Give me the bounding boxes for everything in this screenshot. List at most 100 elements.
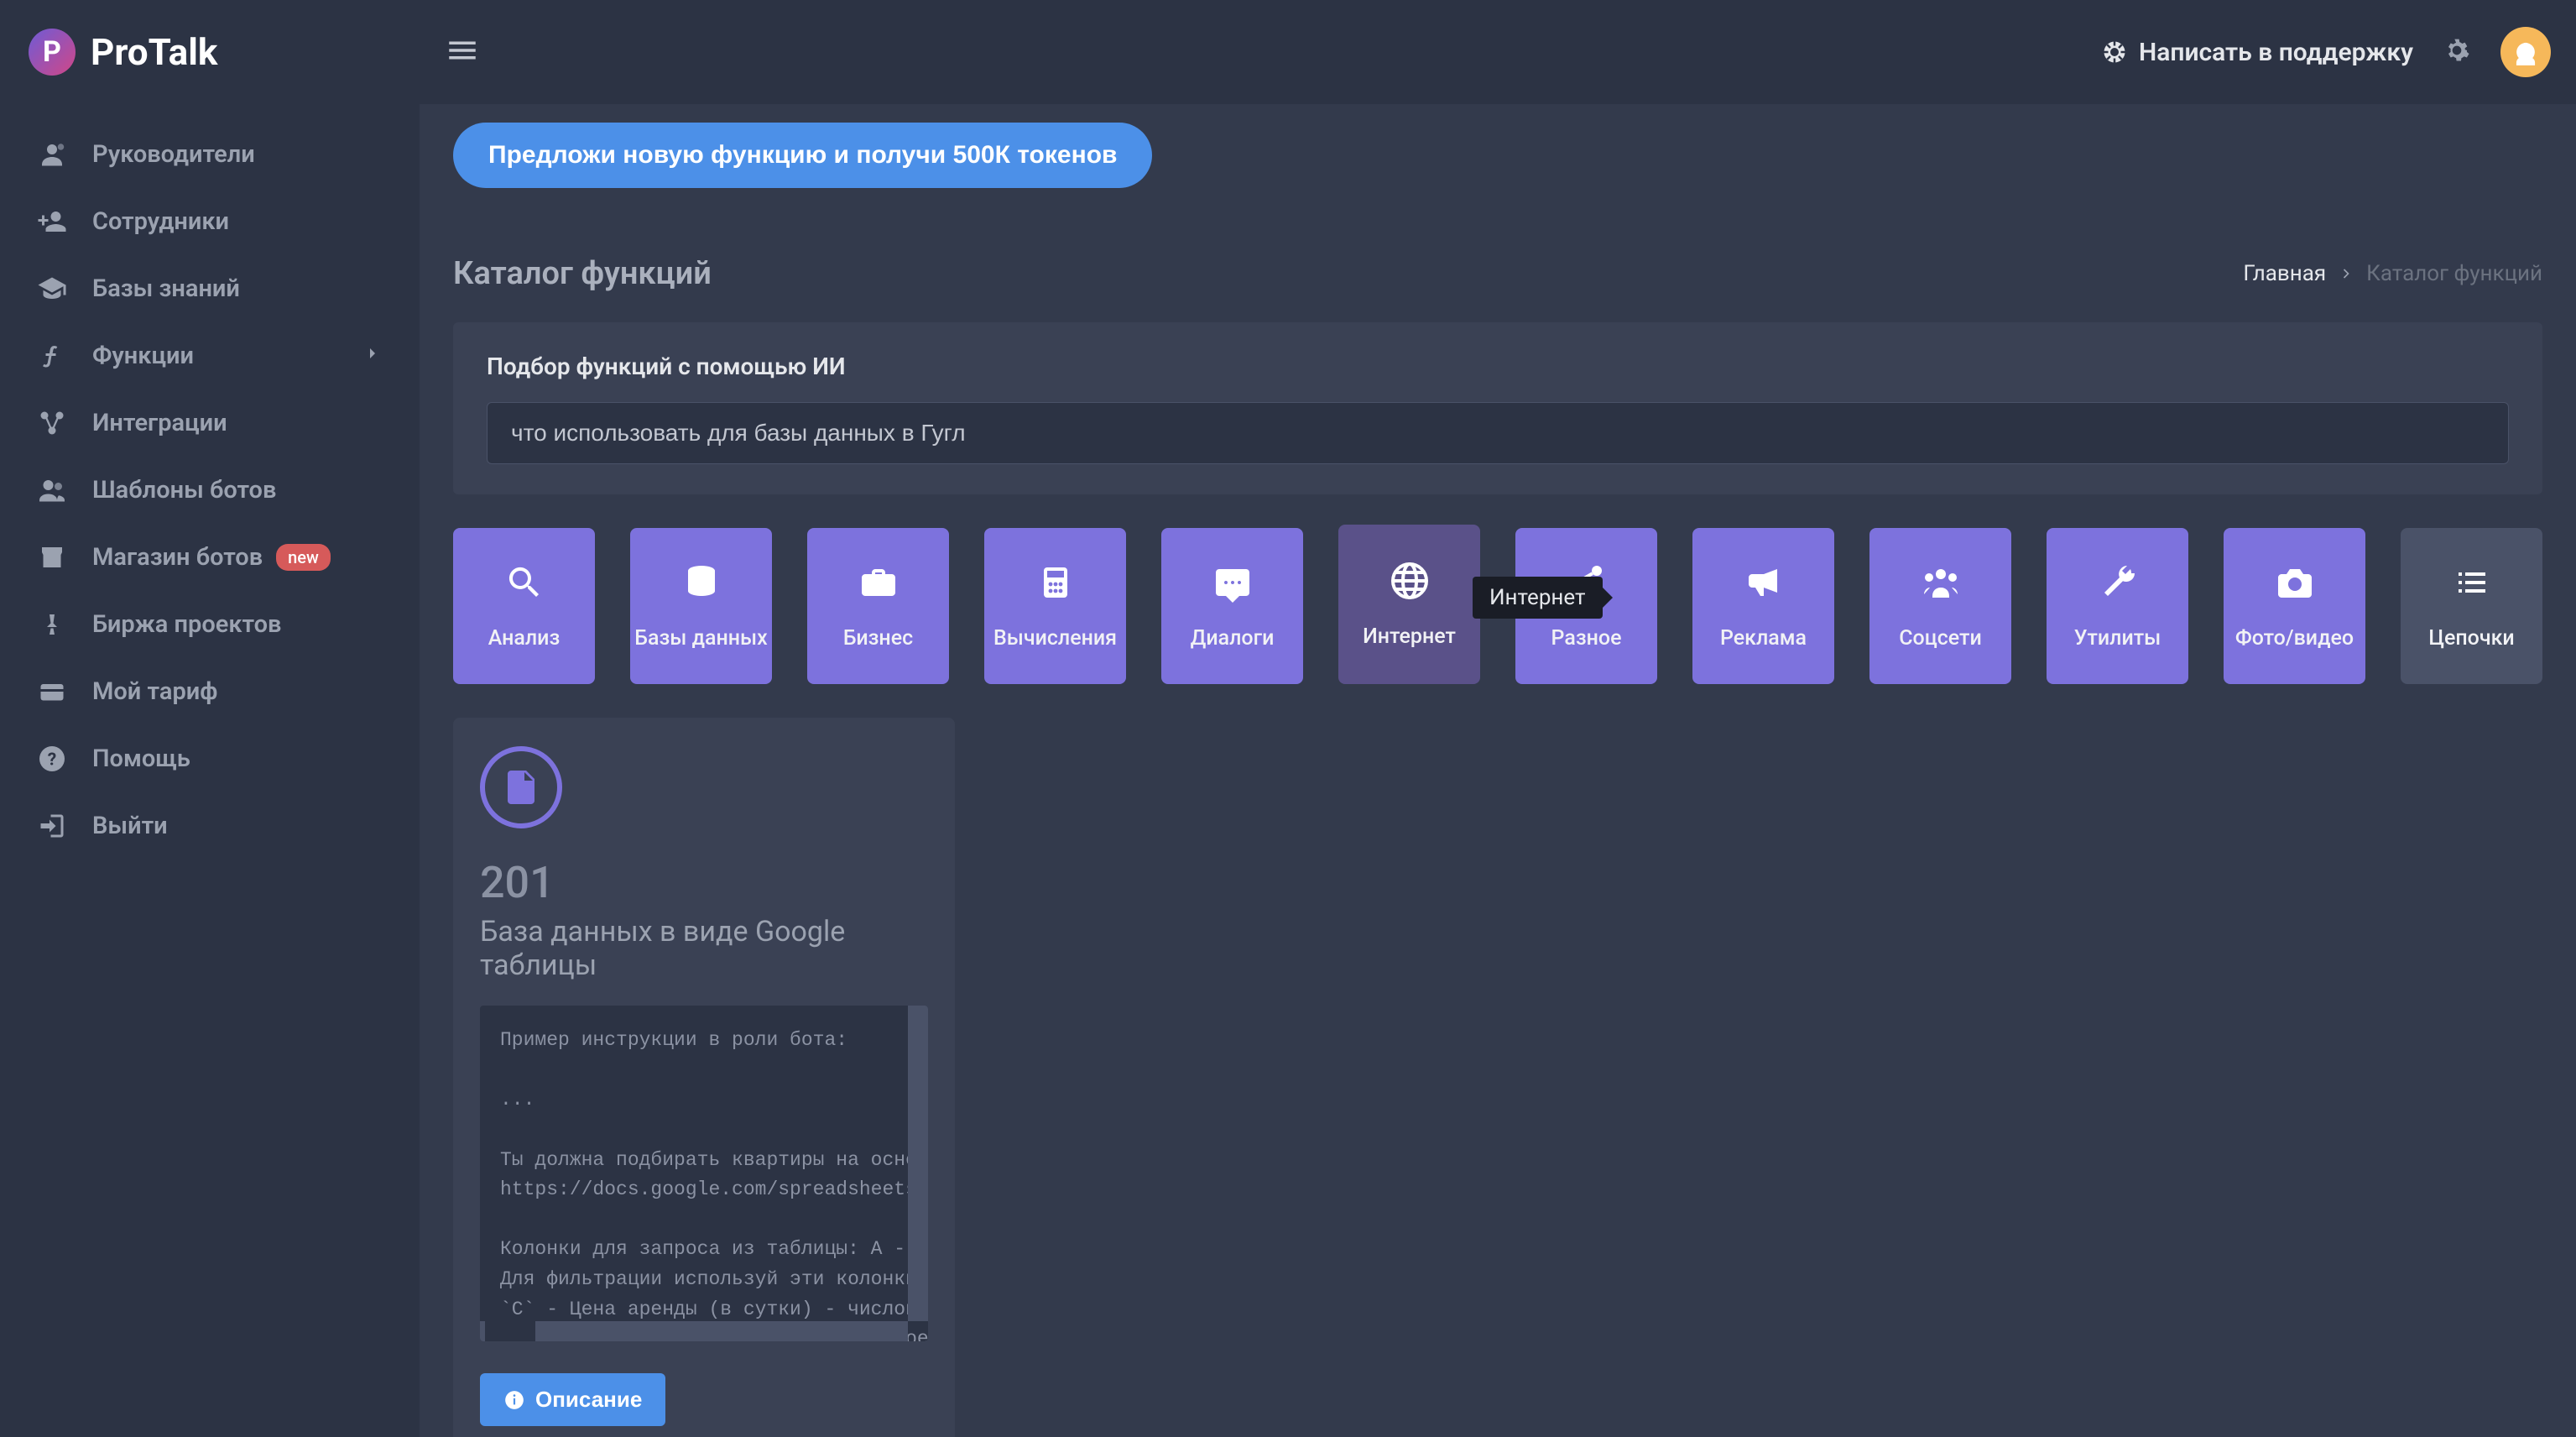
sidebar-item-employees[interactable]: Сотрудники — [0, 188, 420, 255]
category-label: Реклама — [1720, 626, 1807, 651]
wrench-icon — [2098, 562, 2138, 606]
chevron-right-icon — [362, 342, 383, 370]
main: Написать в поддержку Предложи новую функ… — [420, 0, 2576, 1437]
page-header: Каталог функций Главная Каталог функций — [453, 255, 2542, 292]
sidebar-item-knowledge[interactable]: Базы знаний — [0, 255, 420, 322]
logo-icon — [29, 29, 76, 76]
calculator-icon — [1035, 562, 1076, 606]
card-icon — [37, 677, 67, 707]
database-icon — [681, 562, 722, 606]
category-label: Фото/видео — [2235, 626, 2354, 651]
sidebar-item-label: Руководители — [92, 140, 255, 169]
category-social[interactable]: Соцсети — [1869, 528, 2011, 684]
category-label: Цепочки — [2428, 626, 2514, 651]
google-sheets-icon — [480, 746, 562, 828]
category-dialogs[interactable]: Диалоги — [1161, 528, 1303, 684]
sidebar-item-label: Выйти — [92, 812, 168, 840]
category-internet[interactable]: Интернет Интернет — [1338, 525, 1480, 684]
nav-list: Руководители Сотрудники Базы знаний Функ… — [0, 104, 420, 876]
sidebar-item-functions[interactable]: Функции — [0, 322, 420, 389]
category-chains[interactable]: Цепочки — [2401, 528, 2542, 684]
chevron-right-icon — [2338, 265, 2354, 282]
info-icon — [503, 1389, 525, 1411]
pin-icon — [37, 609, 67, 640]
search-icon — [504, 562, 545, 606]
category-databases[interactable]: Базы данных — [630, 528, 772, 684]
camera-icon — [2275, 562, 2315, 606]
help-icon: ? — [37, 744, 67, 774]
support-link[interactable]: Написать в поддержку — [2102, 38, 2413, 67]
employees-icon — [37, 206, 67, 237]
sidebar-item-label: Мой тариф — [92, 677, 217, 706]
sidebar-item-label: Биржа проектов — [92, 610, 281, 639]
tooltip: Интернет — [1473, 577, 1603, 619]
code-block[interactable]: Пример инструкции в роли бота: ... Ты до… — [480, 1006, 928, 1341]
topbar: Написать в поддержку — [420, 0, 2576, 104]
sidebar-item-label: Интеграции — [92, 409, 227, 437]
category-ads[interactable]: Реклама — [1692, 528, 1834, 684]
description-button[interactable]: Описание — [480, 1373, 665, 1426]
sidebar-item-store[interactable]: Магазин ботов new — [0, 524, 420, 591]
search-input[interactable] — [487, 402, 2509, 464]
sidebar-item-label: Помощь — [92, 745, 190, 773]
managers-icon — [37, 139, 67, 170]
function-id: 201 — [480, 857, 928, 908]
sidebar: ProTalk Руководители Сотрудники Базы зна… — [0, 0, 420, 1437]
brand-name: ProTalk — [91, 30, 217, 74]
breadcrumb-home[interactable]: Главная — [2243, 261, 2326, 286]
sidebar-item-tariff[interactable]: Мой тариф — [0, 658, 420, 725]
scrollbar-vertical[interactable] — [908, 1006, 928, 1321]
megaphone-icon — [1744, 562, 1784, 606]
breadcrumb-current: Каталог функций — [2366, 261, 2542, 286]
category-label: Анализ — [488, 626, 560, 651]
category-utilities[interactable]: Утилиты — [2047, 528, 2188, 684]
category-label: Разное — [1551, 626, 1622, 651]
gear-icon — [2443, 37, 2470, 64]
scrollbar-thumb[interactable] — [485, 1321, 535, 1341]
users-icon — [37, 475, 67, 505]
page-title: Каталог функций — [453, 255, 712, 292]
graduation-icon — [37, 274, 67, 304]
sidebar-item-projects[interactable]: Биржа проектов — [0, 591, 420, 658]
categories: Анализ Базы данных Бизнес Вычисления Диа… — [453, 528, 2542, 684]
sidebar-item-label: Шаблоны ботов — [92, 476, 276, 504]
promo-button[interactable]: Предложи новую функцию и получи 500К ток… — [453, 123, 1152, 188]
category-analysis[interactable]: Анализ — [453, 528, 595, 684]
new-badge: new — [276, 544, 331, 571]
category-calculations[interactable]: Вычисления — [984, 528, 1126, 684]
sidebar-item-label: Функции — [92, 342, 194, 370]
support-label: Написать в поддержку — [2139, 38, 2413, 67]
list-icon — [2452, 562, 2492, 606]
breadcrumb: Главная Каталог функций — [2243, 261, 2542, 286]
category-label: Базы данных — [634, 626, 767, 651]
sidebar-item-templates[interactable]: Шаблоны ботов — [0, 457, 420, 524]
briefcase-icon — [858, 562, 899, 606]
content: Предложи новую функцию и получи 500К ток… — [420, 104, 2576, 1437]
sidebar-item-logout[interactable]: Выйти — [0, 792, 420, 860]
sidebar-item-integrations[interactable]: Интеграции — [0, 389, 420, 457]
category-media[interactable]: Фото/видео — [2224, 528, 2365, 684]
store-icon — [37, 542, 67, 572]
avatar[interactable] — [2500, 27, 2551, 77]
category-business[interactable]: Бизнес — [807, 528, 949, 684]
sidebar-item-managers[interactable]: Руководители — [0, 121, 420, 188]
avatar-icon — [2510, 36, 2542, 68]
function-icon — [37, 341, 67, 371]
sidebar-item-help[interactable]: ? Помощь — [0, 725, 420, 792]
category-label: Интернет — [1363, 624, 1456, 649]
users-group-icon — [1921, 562, 1961, 606]
category-label: Диалоги — [1191, 626, 1275, 651]
category-label: Бизнес — [843, 626, 913, 651]
logo[interactable]: ProTalk — [0, 0, 420, 104]
function-title: База данных в виде Google таблицы — [480, 915, 928, 982]
sidebar-item-label: Базы знаний — [92, 274, 240, 303]
svg-text:?: ? — [48, 750, 56, 771]
menu-toggle-button[interactable] — [445, 33, 480, 71]
scrollbar-horizontal[interactable] — [480, 1321, 908, 1341]
function-card: 201 База данных в виде Google таблицы Пр… — [453, 718, 955, 1437]
settings-button[interactable] — [2443, 37, 2470, 67]
support-icon — [2102, 39, 2127, 65]
category-label: Вычисления — [993, 626, 1117, 651]
search-label: Подбор функций с помощью ИИ — [487, 353, 2509, 380]
integrations-icon — [37, 408, 67, 438]
